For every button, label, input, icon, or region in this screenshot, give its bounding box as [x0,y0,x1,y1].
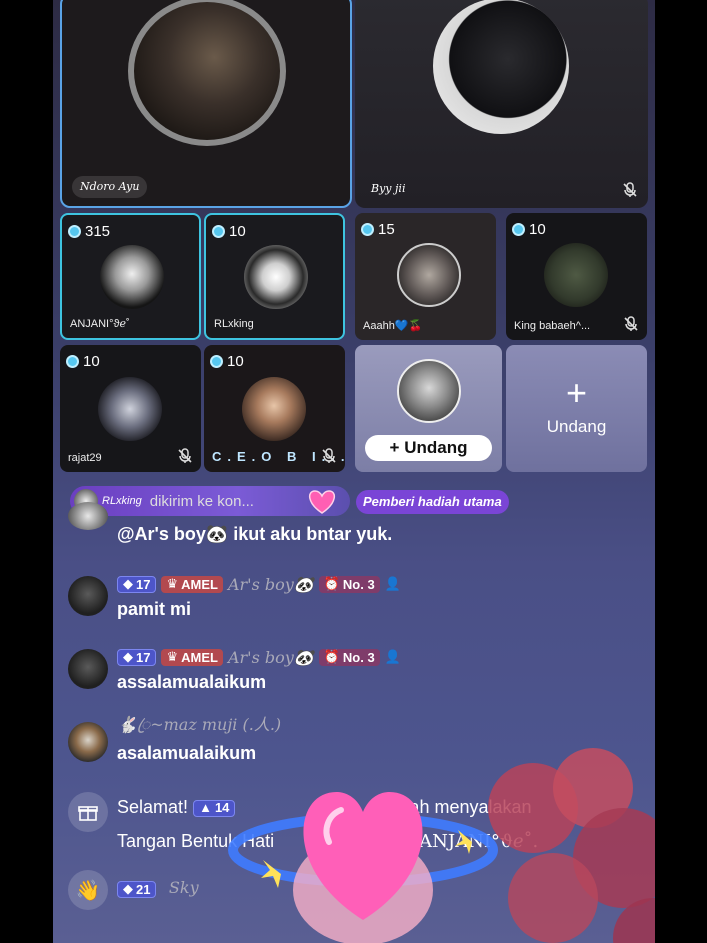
fan-icon: ♛ [166,576,179,591]
chat-avatar [68,502,108,530]
seat-6[interactable]: 10 C.E.O B I... [204,345,345,472]
chat-text: pamit mi [117,599,192,619]
seat-coins: 10 [212,223,246,240]
seat-coins: 10 [210,353,244,370]
diamond-icon: ◆ [123,881,133,896]
medal-icon: ⏰ [323,649,340,664]
heart-gift-icon [308,490,336,514]
heart-gift-animation [228,791,498,943]
seat-avatar [544,243,608,307]
plus-icon: + [389,438,400,457]
chat-avatar [68,649,108,689]
seat-name: RLxking [214,318,254,330]
fan-badge: ♛ AMEL [161,648,223,666]
diamond-icon: ◆ [123,649,133,664]
system-username[interactable]: Sky [169,878,199,897]
cohost-name: Byy jii [371,182,406,195]
level-badge: ◆ 21 [117,880,157,898]
diamond-icon: ◆ [123,576,133,591]
chat-avatar [68,722,108,762]
seat-avatar [244,245,308,309]
seat-5[interactable]: 10 rajat29 [60,345,201,472]
seat-3[interactable]: 15 Aaahh💙🍒 [355,213,496,340]
user-add-icon[interactable]: 👤 [385,649,401,665]
level-icon: ▲ [199,800,212,816]
seat-avatar [100,245,164,309]
plus-icon: + [565,372,588,413]
coin-icon [361,223,374,236]
invite-label: Undang [404,438,468,457]
fan-icon: ♛ [166,649,179,664]
mic-muted-icon [177,448,193,464]
invite-button[interactable]: + Undang [365,435,492,461]
user-add-icon[interactable]: 👤 [385,576,401,592]
chat-text: asalamualaikum [117,743,257,763]
fan-badge: ♛ AMEL [161,575,223,593]
seat-coins: 10 [66,353,100,370]
mic-muted-icon [622,182,638,198]
level-badge: ◆ 17 [117,575,157,593]
host-seat[interactable]: Ndoro Ayu [60,0,352,208]
cohost-seat[interactable]: Byy jii [355,0,648,208]
chat-username[interactable]: Ar's boy🐼 [228,648,314,667]
invite-seat[interactable]: + Undang [355,345,502,472]
gift-sender-name: RLxking [102,495,142,507]
invite-seat-avatar [397,359,461,423]
coin-icon [210,355,223,368]
chat-username[interactable]: 🐇ꦿ~maz muji (.人.) [117,711,281,745]
gift-banner-text: dikirim ke kon... [149,492,254,510]
coin-icon [68,225,81,238]
invite-label: Undang [546,417,607,436]
medal-icon: ⏰ [323,576,340,591]
cohost-avatar [433,0,569,134]
seat-avatar [98,377,162,441]
rank-badge: ⏰ No. 3 [318,575,380,593]
coin-icon [512,223,525,236]
chat-text: @Ar's boy🐼 ikut aku bntar yuk. [117,524,393,544]
seat-name: King babaeh^... [514,320,591,332]
chat-avatar [68,576,108,616]
seat-coins: 15 [361,221,395,238]
level-badge: ◆ 17 [117,648,157,666]
coin-icon [66,355,79,368]
system-text: Selamat! [117,797,189,817]
seat-name: rajat29 [68,452,102,464]
invite-empty-seat[interactable]: + Undang [506,345,647,472]
seat-name: Aaahh💙🍒 [363,320,423,332]
rank-badge: ⏰ No. 3 [318,648,380,666]
live-room: Ndoro Ayu Byy jii 315 ANJANI°ϑℯ˚ 10 RLxk… [53,0,655,943]
gift-icon [68,792,108,832]
top-gifter-badge[interactable]: Pemberi hadiah utama [356,490,509,514]
host-name: Ndoro Ayu [72,176,148,198]
seat-4[interactable]: 10 King babaeh^... [506,213,647,340]
host-avatar [128,0,286,146]
seat-avatar [242,377,306,441]
chat-username[interactable]: Ar's boy🐼 [228,575,314,594]
mic-muted-icon [321,448,337,464]
seat-avatar [397,243,461,307]
seat-name: ANJANI°ϑℯ˚ [70,318,130,330]
seat-2[interactable]: 10 RLxking [204,213,345,340]
coin-icon [212,225,225,238]
seat-coins: 315 [68,223,110,240]
chat-text: assalamualaikum [117,672,267,692]
mic-muted-icon [623,316,639,332]
wave-hand-icon: 👋 [68,870,108,910]
seat-1[interactable]: 315 ANJANI°ϑℯ˚ [60,213,201,340]
seat-coins: 10 [512,221,546,238]
